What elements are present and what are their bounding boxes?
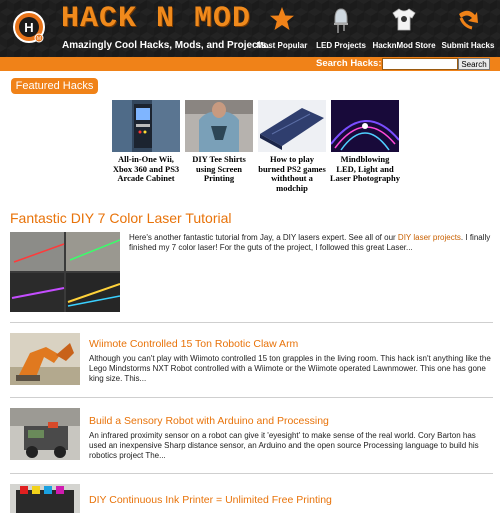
site-header: H M HACK N MOD Amazingly Cool Hacks, Mod… (0, 0, 500, 57)
featured-caption: Mindblowing LED, Light and Laser Photogr… (330, 154, 400, 183)
article-thumbnail[interactable] (10, 408, 80, 460)
nav-label: Most Popular (256, 41, 308, 50)
article-title[interactable]: DIY Continuous Ink Printer = Unlimited F… (89, 494, 332, 506)
featured-heading: Featured Hacks (11, 78, 98, 94)
featured-caption: How to play burned PS2 games withthout a… (258, 154, 326, 193)
svg-text:M: M (37, 36, 41, 42)
logo-icon: H M (13, 11, 45, 43)
featured-item-arcade[interactable]: All-in-One Wii, Xbox 360 and PS3 Arcade … (111, 100, 181, 184)
search-label: Search Hacks: (316, 58, 382, 69)
search-bar: Search Hacks: Search (0, 57, 500, 71)
diy-laser-projects-link[interactable]: DIY laser projects (398, 233, 461, 242)
featured-caption: All-in-One Wii, Xbox 360 and PS3 Arcade … (112, 154, 180, 183)
main-article-thumbnail[interactable] (10, 232, 120, 312)
featured-thumbnail (331, 100, 399, 152)
search-button[interactable]: Search (458, 58, 490, 70)
article-title[interactable]: Wiimote Controlled 15 Ton Robotic Claw A… (89, 338, 298, 350)
divider (10, 397, 493, 398)
svg-text:H: H (24, 20, 33, 35)
logo-text: HACK N MOD (61, 2, 252, 36)
site-tagline: Amazingly Cool Hacks, Mods, and Projects… (62, 40, 270, 51)
featured-item-tshirts[interactable]: DIY Tee Shirts using Screen Printing (184, 100, 254, 184)
led-icon (334, 8, 348, 33)
main-article-summary: Here's another fantastic tutorial from J… (129, 233, 492, 253)
nav-hacknmod-store[interactable]: HacknMod Store (372, 6, 436, 54)
divider (10, 473, 493, 474)
main-article-title[interactable]: Fantastic DIY 7 Color Laser Tutorial (10, 210, 232, 226)
article-thumbnail[interactable] (10, 484, 80, 513)
article-thumbnail[interactable] (10, 333, 80, 385)
star-icon (270, 7, 294, 30)
featured-thumbnail (258, 100, 326, 152)
article-title[interactable]: Build a Sensory Robot with Arduino and P… (89, 415, 329, 427)
nav-most-popular[interactable]: Most Popular (256, 6, 308, 54)
featured-caption: DIY Tee Shirts using Screen Printing (192, 154, 246, 183)
divider (10, 322, 493, 323)
nav-label: Submit Hacks (441, 41, 495, 50)
nav-submit-hacks[interactable]: Submit Hacks (440, 6, 496, 54)
search-input[interactable] (382, 58, 458, 70)
article-summary: An infrared proximity sensor on a robot … (89, 431, 479, 460)
nav-led-projects[interactable]: LED Projects (316, 6, 366, 54)
arrow-icon (459, 10, 478, 30)
nav-label: LED Projects (316, 41, 366, 50)
featured-item-ps2[interactable]: How to play burned PS2 games withthout a… (257, 100, 327, 193)
summary-text: Here's another fantastic tutorial from J… (129, 233, 398, 242)
featured-item-led-photo[interactable]: Mindblowing LED, Light and Laser Photogr… (330, 100, 400, 184)
nav-label: HacknMod Store (372, 41, 436, 50)
article-summary: Although you can't play with Wiimoto con… (89, 354, 491, 383)
featured-thumbnail (185, 100, 253, 152)
featured-thumbnail (112, 100, 180, 152)
tshirt-icon (392, 8, 416, 31)
